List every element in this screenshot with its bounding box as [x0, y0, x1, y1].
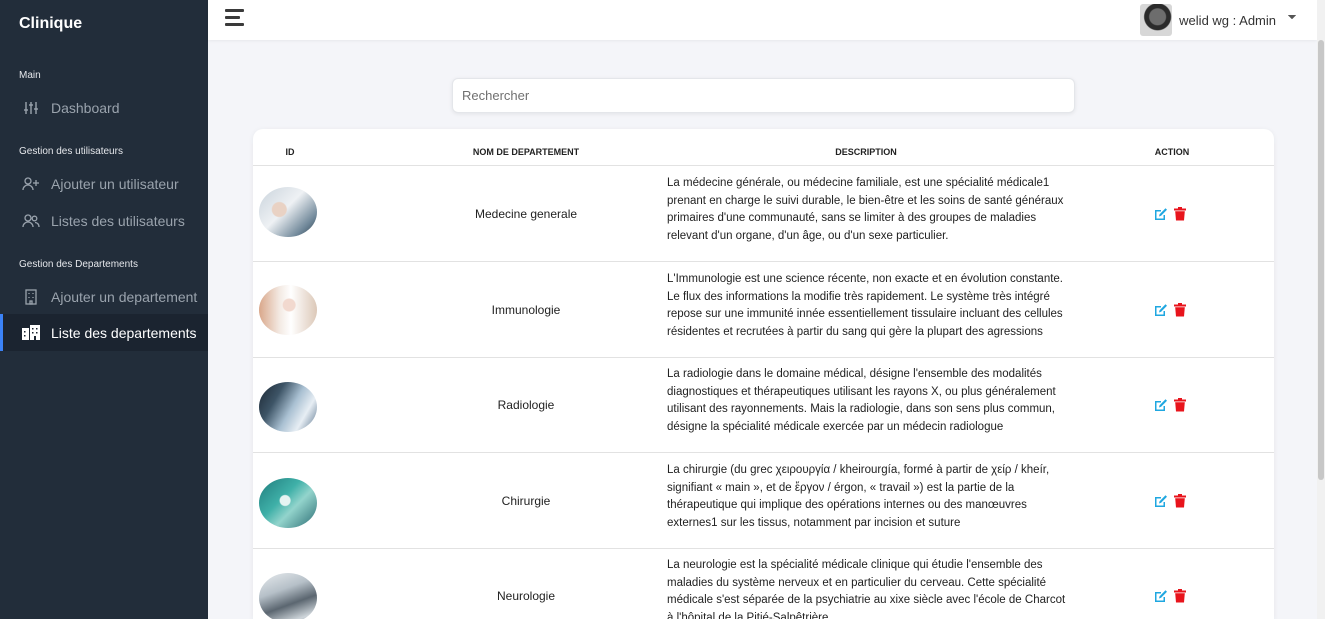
user-menu[interactable]: welid wg : Admin [1140, 4, 1296, 36]
table-row: Neurologie La neurologie est la spéciali… [253, 548, 1274, 619]
sliders-icon [21, 99, 41, 117]
edit-icon[interactable] [1154, 589, 1168, 603]
sidebar-item-label: Ajouter un departement [51, 288, 198, 305]
edit-icon[interactable] [1154, 494, 1168, 508]
department-image [259, 382, 317, 432]
section-title-users: Gestion des utilisateurs [19, 146, 123, 157]
sidebar-item-label: Dashboard [51, 99, 120, 116]
department-description: La médecine générale, ou médecine famili… [667, 177, 1064, 242]
brand-title[interactable]: Clinique [19, 15, 82, 33]
sidebar: Clinique Main Dashboard Gestion des util… [0, 0, 208, 619]
edit-icon[interactable] [1154, 398, 1168, 412]
sidebar-item-list-users[interactable]: Listes des utilisateurs [0, 202, 208, 239]
table-row: Radiologie La radiologie dans le domaine… [253, 357, 1274, 453]
column-header-description: DESCRIPTION [835, 147, 897, 157]
sidebar-item-list-departements[interactable]: Liste des departements [0, 314, 208, 351]
department-description: L'Immunologie est une science récente, n… [667, 273, 1064, 338]
scrollbar-thumb[interactable] [1318, 40, 1324, 480]
department-description: La chirurgie (du grec χειρουργία / kheir… [667, 464, 1050, 529]
menu-toggle-icon[interactable] [225, 9, 247, 27]
buildings-icon [21, 324, 41, 342]
column-header-name: NOM DE DEPARTEMENT [472, 147, 580, 157]
edit-icon[interactable] [1154, 303, 1168, 317]
row-actions [1154, 357, 1187, 453]
users-icon [21, 212, 41, 230]
sidebar-item-label: Ajouter un utilisateur [51, 175, 179, 192]
sidebar-item-label: Listes des utilisateurs [51, 212, 185, 229]
search-input[interactable] [452, 78, 1075, 113]
table-row: Immunologie L'Immunologie est une scienc… [253, 262, 1274, 358]
delete-icon[interactable] [1173, 207, 1187, 221]
delete-icon[interactable] [1173, 494, 1187, 508]
user-name: welid wg : Admin [1179, 12, 1276, 28]
page-scrollbar[interactable] [1317, 0, 1325, 619]
department-image [259, 478, 317, 528]
row-actions [1154, 548, 1187, 619]
sidebar-item-label: Liste des departements [51, 324, 197, 341]
department-image [259, 573, 317, 619]
caret-icon [1288, 15, 1296, 19]
edit-icon[interactable] [1154, 207, 1168, 221]
row-actions [1154, 166, 1187, 262]
topbar: welid wg : Admin [208, 0, 1317, 40]
building-icon [21, 288, 41, 306]
department-description: La neurologie est la spécialité médicale… [667, 559, 1066, 619]
sidebar-item-add-departement[interactable]: Ajouter un departement [0, 278, 208, 315]
department-description: La radiologie dans le domaine médical, d… [667, 368, 1056, 433]
department-image [259, 285, 317, 335]
sidebar-item-dashboard[interactable]: Dashboard [0, 89, 208, 126]
delete-icon[interactable] [1173, 303, 1187, 317]
section-title-departements: Gestion des Departements [19, 259, 138, 270]
departements-table: ID NOM DE DEPARTEMENT DESCRIPTION ACTION… [253, 129, 1274, 619]
row-actions [1154, 453, 1187, 549]
column-header-id: ID [285, 147, 295, 157]
delete-icon[interactable] [1173, 398, 1187, 412]
avatar [1140, 4, 1173, 36]
department-image [259, 187, 317, 237]
section-title-main: Main [19, 70, 41, 81]
table-header: ID NOM DE DEPARTEMENT DESCRIPTION ACTION [253, 129, 1274, 166]
delete-icon[interactable] [1173, 589, 1187, 603]
sidebar-item-add-user[interactable]: Ajouter un utilisateur [0, 165, 208, 202]
column-header-action: ACTION [1154, 147, 1190, 157]
row-actions [1154, 262, 1187, 358]
table-row: Chirurgie La chirurgie (du grec χειρουργ… [253, 453, 1274, 549]
user-plus-icon [21, 175, 41, 193]
table-row: Medecine generale La médecine générale, … [253, 166, 1274, 262]
